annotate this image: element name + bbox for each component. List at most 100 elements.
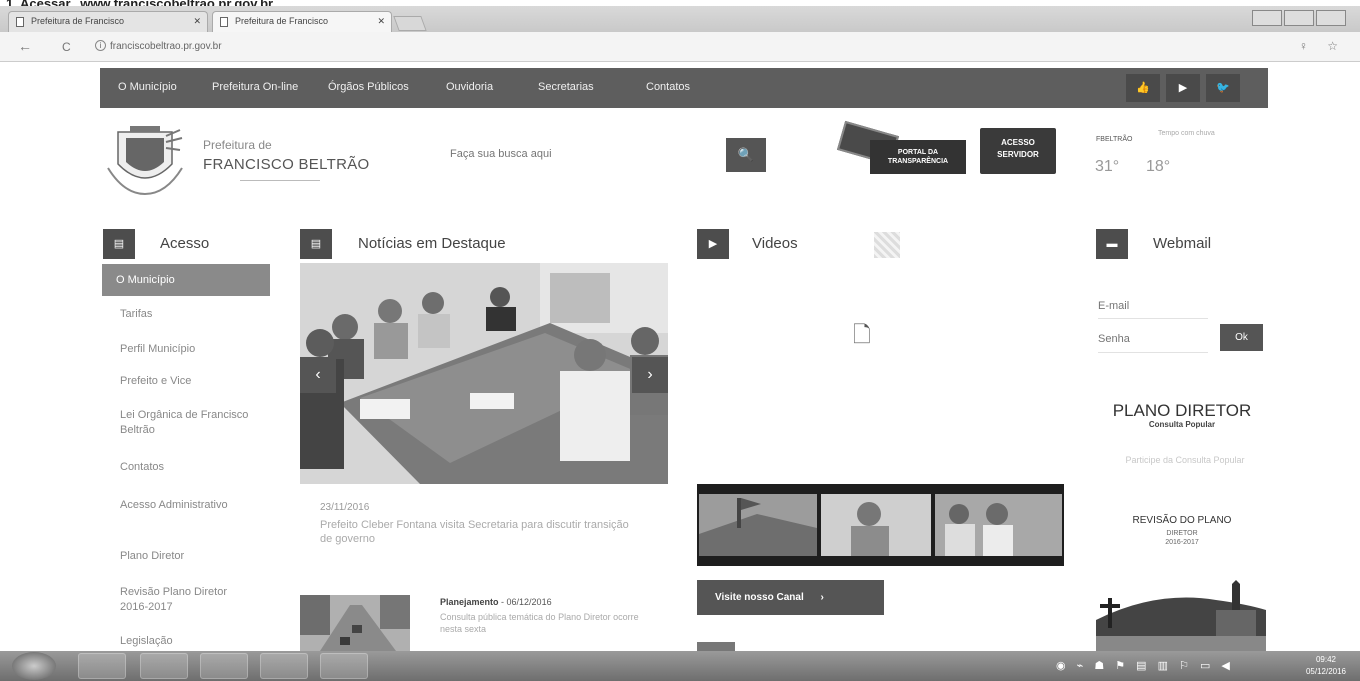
nav-item-prefeitura-online[interactable]: Prefeitura On-line xyxy=(212,81,298,93)
acesso-heading: Acesso xyxy=(160,235,210,252)
chevron-right-icon: › xyxy=(820,592,824,603)
nav-item-ouvidoria[interactable]: Ouvidoria xyxy=(446,81,493,93)
weather-description: Tempo com chuva xyxy=(1158,130,1215,137)
sidebar-item-prefeito[interactable]: Prefeito e Vice xyxy=(120,374,250,389)
revisao-sub1: DIRETOR xyxy=(1166,530,1198,537)
news-photo xyxy=(300,263,668,484)
sidebar-item-revisao[interactable]: Revisão Plano Diretor 2016-2017 xyxy=(120,585,250,615)
browser-tab-2[interactable]: Prefeitura de Francisco ✕ xyxy=(212,11,392,32)
app-icon[interactable] xyxy=(320,653,368,679)
sidebar-item-legislacao[interactable]: Legislação xyxy=(120,634,250,649)
noticias-icon: ▤ xyxy=(300,229,332,259)
video-thumbnails-strip[interactable] xyxy=(697,484,1064,566)
videos-icon: ▶ xyxy=(697,229,729,259)
browser-tab-1[interactable]: Prefeitura de Francisco ✕ xyxy=(8,11,208,32)
minimize-button[interactable] xyxy=(1252,10,1282,26)
videos-badge-icon xyxy=(874,232,900,258)
explorer-icon[interactable] xyxy=(78,653,126,679)
sidebar-item-perfil[interactable]: Perfil Município xyxy=(120,342,250,357)
temp-max: 31° xyxy=(1095,158,1120,175)
ok-button[interactable]: Ok xyxy=(1220,324,1263,351)
news-date: 23/11/2016 xyxy=(320,502,370,513)
sidebar-item-municipio[interactable]: O Município xyxy=(102,264,270,296)
url-field[interactable]: franciscobeltrao.pr.gov.br xyxy=(110,41,222,52)
news2-category: Planejamento xyxy=(440,597,499,607)
revisao-title[interactable]: REVISÃO DO PLANO xyxy=(1098,515,1266,526)
close-icon[interactable]: ✕ xyxy=(377,12,385,31)
carousel-prev-button[interactable]: ‹ xyxy=(300,357,336,393)
news-carousel[interactable]: ‹ › xyxy=(300,263,668,484)
email-field[interactable] xyxy=(1098,295,1268,317)
news2-text[interactable]: Consulta pública temática do Plano Diret… xyxy=(440,611,660,635)
sidebar-item-acesso-admin[interactable]: Acesso Administrativo xyxy=(120,498,250,513)
servidor-line2: SERVIDOR xyxy=(997,150,1039,159)
revisao-sub2: 2016-2017 xyxy=(1165,539,1199,546)
nav-item-secretarias[interactable]: Secretarias xyxy=(538,81,594,93)
page-icon xyxy=(220,17,228,27)
news2-title[interactable]: Planejamento - 06/12/2016 xyxy=(440,597,552,607)
back-icon[interactable]: ← xyxy=(18,38,32,54)
sidebar-item-plano-diretor[interactable]: Plano Diretor xyxy=(120,549,250,564)
start-button[interactable] xyxy=(12,652,56,680)
window-controls xyxy=(1250,10,1360,28)
news-headline[interactable]: Prefeito Cleber Fontana visita Secretari… xyxy=(320,518,640,546)
app-icon[interactable] xyxy=(200,653,248,679)
search-input[interactable] xyxy=(450,143,720,165)
nav-item-municipio[interactable]: O Município xyxy=(118,81,177,93)
coat-of-arms-logo[interactable] xyxy=(104,124,186,198)
noticias-heading: Notícias em Destaque xyxy=(358,235,506,252)
portal-line1: PORTAL DA xyxy=(897,149,939,156)
acesso-servidor-button[interactable]: ACESSO SERVIDOR xyxy=(980,128,1056,174)
taskbar: ◉ ⌁ ☗ ⚑ ▤ ▥ ⚐ ▭ ◀ 09:42 05/12/2016 xyxy=(0,651,1360,681)
chrome-icon[interactable] xyxy=(140,653,188,679)
weather-city: FBELTRÃO xyxy=(1096,136,1133,143)
canal-label: Visite nosso Canal xyxy=(715,592,804,603)
address-bar: ← C i franciscobeltrao.pr.gov.br ♀ ☆ xyxy=(0,32,1360,62)
info-icon[interactable]: i xyxy=(95,40,106,51)
new-tab-button[interactable] xyxy=(393,16,427,31)
search-icon: 🔍 xyxy=(737,147,755,162)
close-icon[interactable]: ✕ xyxy=(193,12,201,31)
site-navbar: O Município Prefeitura On-line Órgãos Pú… xyxy=(100,68,1268,108)
plano-diretor-title[interactable]: PLANO DIRETOR xyxy=(1098,401,1266,421)
maximize-button[interactable] xyxy=(1284,10,1314,26)
twitter-icon[interactable]: 🐦 xyxy=(1206,74,1240,102)
plano-diretor-text: Participe da Consulta Popular xyxy=(1125,455,1245,465)
search-button[interactable]: 🔍 xyxy=(726,138,766,172)
visite-canal-button[interactable]: Visite nosso Canal › xyxy=(697,580,884,615)
close-window-button[interactable] xyxy=(1316,10,1346,26)
nav-item-contatos[interactable]: Contatos xyxy=(646,81,690,93)
tab-label: Prefeitura de Francisco xyxy=(235,16,329,26)
facebook-like-icon[interactable]: 👍 xyxy=(1126,74,1160,102)
bookmark-icons[interactable]: ♀ ☆ xyxy=(1299,39,1346,53)
servidor-line1: ACESSO xyxy=(1001,138,1035,147)
videos-heading: Videos xyxy=(752,235,798,252)
revisao-subtitle: DIRETOR 2016-2017 xyxy=(1098,529,1266,547)
plano-banner-image[interactable] xyxy=(1096,580,1266,652)
videos-extra-button[interactable] xyxy=(697,642,735,651)
news2-date: 06/12/2016 xyxy=(506,597,552,607)
portal-transparencia-button[interactable]: PORTAL DA TRANSPARÊNCIA xyxy=(836,120,966,174)
news2-thumbnail[interactable] xyxy=(300,595,410,651)
system-tray-icons[interactable]: ◉ ⌁ ☗ ⚑ ▤ ▥ ⚐ ▭ ◀ xyxy=(1056,659,1234,672)
youtube-icon[interactable]: ▶ xyxy=(1166,74,1200,102)
webmail-icon: ▬ xyxy=(1096,229,1128,259)
clock[interactable]: 09:42 05/12/2016 xyxy=(1296,654,1356,678)
tab-label: Prefeitura de Francisco xyxy=(31,16,125,26)
reload-icon[interactable]: C xyxy=(62,40,71,54)
browser-tabbar: Prefeitura de Francisco ✕ Prefeitura de … xyxy=(0,6,1360,32)
sidebar-item-tarifas[interactable]: Tarifas xyxy=(120,307,250,322)
email-underline xyxy=(1098,318,1208,319)
clock-date: 05/12/2016 xyxy=(1305,667,1347,676)
webmail-heading: Webmail xyxy=(1153,235,1212,252)
password-field[interactable] xyxy=(1098,328,1216,350)
carousel-next-button[interactable]: › xyxy=(632,357,668,393)
logo-subtitle: Prefeitura de xyxy=(203,138,272,152)
app-icon[interactable] xyxy=(260,653,308,679)
logo-title[interactable]: FRANCISCO BELTRÃO xyxy=(203,156,370,173)
nav-item-orgaos-publicos[interactable]: Órgãos Públicos xyxy=(328,81,409,93)
portal-line2: TRANSPARÊNCIA xyxy=(887,158,949,165)
sidebar-item-contatos[interactable]: Contatos xyxy=(120,460,250,475)
sidebar-item-lei-organica[interactable]: Lei Orgânica de Francisco Beltrão xyxy=(120,408,250,438)
portal-label: PORTAL DA TRANSPARÊNCIA xyxy=(870,140,966,174)
